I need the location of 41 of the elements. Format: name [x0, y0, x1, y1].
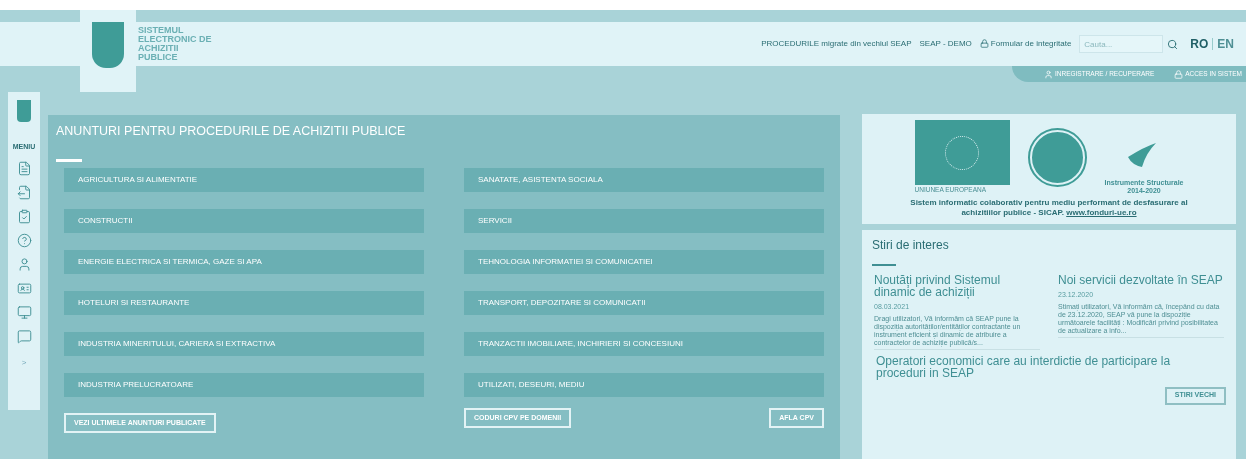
chat-icon[interactable] [16, 328, 32, 344]
monitor-icon[interactable] [16, 304, 32, 320]
expand-arrow[interactable]: > [21, 356, 27, 369]
clipboard-icon[interactable] [16, 208, 32, 224]
banner-text: Sistem informatic colaborativ pentru mediu performant de desfasurare al achizitiilor publice - SICAP. www.fonduri-ue.ro [909, 197, 1189, 218]
news-title: Stiri de interes [872, 237, 950, 254]
panel-title: ANUNTURI PENTRU PROCEDURILE DE ACHIZITII PUBLICE [56, 123, 407, 140]
emblem-icon [17, 100, 31, 122]
search-icon[interactable] [1167, 38, 1179, 50]
lock-icon [1174, 69, 1184, 79]
category-link[interactable]: SANATATE, ASISTENTA SOCIALA [464, 167, 824, 192]
id-card-icon[interactable] [16, 280, 32, 296]
seal-drawing [1029, 129, 1085, 185]
category-link[interactable]: ENERGIE ELECTRICA SI TERMICA, GAZE SI APA [64, 249, 424, 274]
top-link[interactable]: Formular de integritate [979, 38, 1072, 50]
language-link[interactable]: EN [1217, 35, 1234, 53]
lock-icon [979, 39, 989, 49]
category-link[interactable]: INDUSTRIA PRELUCRATOARE [64, 372, 424, 397]
category-link[interactable]: TRANSPORT, DEPOZITARE SI COMUNICATII [464, 290, 824, 315]
category-link[interactable]: TEHNOLOGIA INFORMATIEI SI COMUNICATIEI [464, 249, 824, 274]
top-link[interactable]: PROCEDURILE migrate din vechiul SEAP [761, 38, 912, 50]
help-icon[interactable] [16, 232, 32, 248]
top-link[interactable]: SEAP - DEMO [919, 38, 972, 50]
language-link[interactable]: RO [1190, 35, 1209, 53]
user-icon [1043, 69, 1053, 79]
search-field[interactable]: Cauta... [1079, 35, 1164, 53]
person-icon[interactable] [16, 256, 32, 272]
news-headline[interactable]: Noi servicii dezvoltate în SEAP [1058, 274, 1224, 286]
category-link[interactable]: INDUSTRIA MINERITULUI, CARIERA SI EXTRACTIVA [64, 331, 424, 356]
news-headline[interactable]: Operatori economici care au interdictie de participare la proceduri in SEAP [872, 354, 1226, 379]
category-link[interactable]: CONSTRUCTII [64, 208, 424, 233]
category-link[interactable]: HOTELURI SI RESTAURANTE [64, 290, 424, 315]
export-icon[interactable] [16, 184, 32, 200]
category-link[interactable]: AGRICULTURA SI ALIMENTATIE [64, 167, 424, 192]
logo-text: SISTEMUL ELECTRONIC DE ACHIZITII PUBLICE [138, 26, 212, 62]
category-link[interactable]: UTILIZATI, DESEURI, MEDIU [464, 372, 824, 397]
category-link[interactable]: TRANZACTII IMOBILIARE, INCHIRIERI SI CONCESIUNI [464, 331, 824, 356]
website-link[interactable]: www.fonduri-ue.ro [1066, 207, 1137, 217]
news-headline[interactable]: Noutăți privind Sistemul dinamic de achiziții [874, 274, 1040, 298]
category-link[interactable]: SERVICII [464, 208, 824, 233]
document-icon[interactable] [16, 160, 32, 176]
